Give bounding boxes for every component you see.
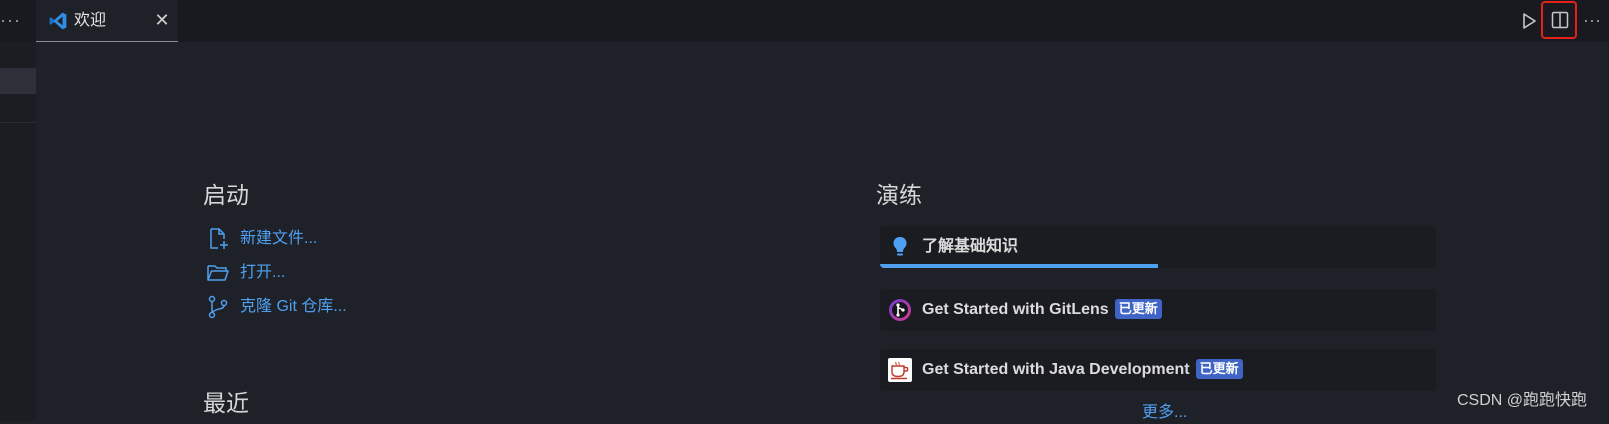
tab-welcome[interactable]: 欢迎 ✕ — [36, 0, 178, 42]
walkthrough-basics-label: 了解基础知识 — [922, 238, 1019, 255]
sidebar-selected-row[interactable] — [0, 68, 36, 94]
source-control-icon — [208, 295, 228, 319]
split-editor-icon — [1551, 11, 1569, 29]
recent-section-title: 最近 — [203, 390, 249, 416]
clone-repo-label: 克隆 Git 仓库... — [240, 298, 347, 315]
open-label: 打开... — [240, 264, 286, 281]
vscode-logo-icon — [49, 12, 67, 30]
more-walkthroughs-link[interactable]: 更多... — [1142, 402, 1187, 424]
tab-overflow-icon[interactable]: ··· — [0, 6, 20, 34]
open-link[interactable]: 打开... — [206, 260, 285, 286]
walkthrough-java-label: Get Started with Java Development 已更新 — [922, 359, 1243, 381]
walkthrough-java[interactable]: Get Started with Java Development 已更新 — [880, 349, 1436, 391]
walkthrough-gitlens-label: Get Started with GitLens 已更新 — [922, 299, 1162, 321]
walkthrough-basics[interactable]: 了解基础知识 — [880, 226, 1436, 268]
sidebar-divider — [0, 122, 36, 123]
close-icon[interactable]: ✕ — [152, 9, 172, 31]
walkthrough-progress-bar — [880, 264, 1158, 268]
tab-label: 欢迎 — [74, 12, 107, 29]
editor-tab-bar: ··· 欢迎 ✕ ··· — [0, 0, 1609, 42]
more-actions-icon[interactable]: ··· — [1583, 6, 1605, 34]
new-file-link[interactable]: 新建文件... — [206, 226, 317, 252]
new-file-icon — [210, 228, 228, 249]
watermark: CSDN @跑跑快跑 — [1457, 392, 1588, 409]
lightbulb-icon — [893, 237, 907, 256]
walkthroughs-section-title: 演练 — [876, 182, 922, 208]
new-file-label: 新建文件... — [240, 230, 318, 247]
updated-badge: 已更新 — [1114, 299, 1162, 319]
walkthrough-gitlens[interactable]: Get Started with GitLens 已更新 — [880, 289, 1436, 331]
run-triangle-icon[interactable] — [1518, 10, 1540, 32]
updated-badge: 已更新 — [1195, 359, 1243, 379]
gitlens-icon — [889, 299, 911, 321]
split-editor-button[interactable] — [1541, 1, 1577, 39]
start-section-title: 启动 — [203, 182, 249, 208]
java-coffee-icon — [888, 358, 912, 382]
folder-open-icon — [207, 265, 229, 281]
clone-repo-link[interactable]: 克隆 Git 仓库... — [206, 294, 347, 320]
sidebar-panel — [0, 42, 36, 422]
